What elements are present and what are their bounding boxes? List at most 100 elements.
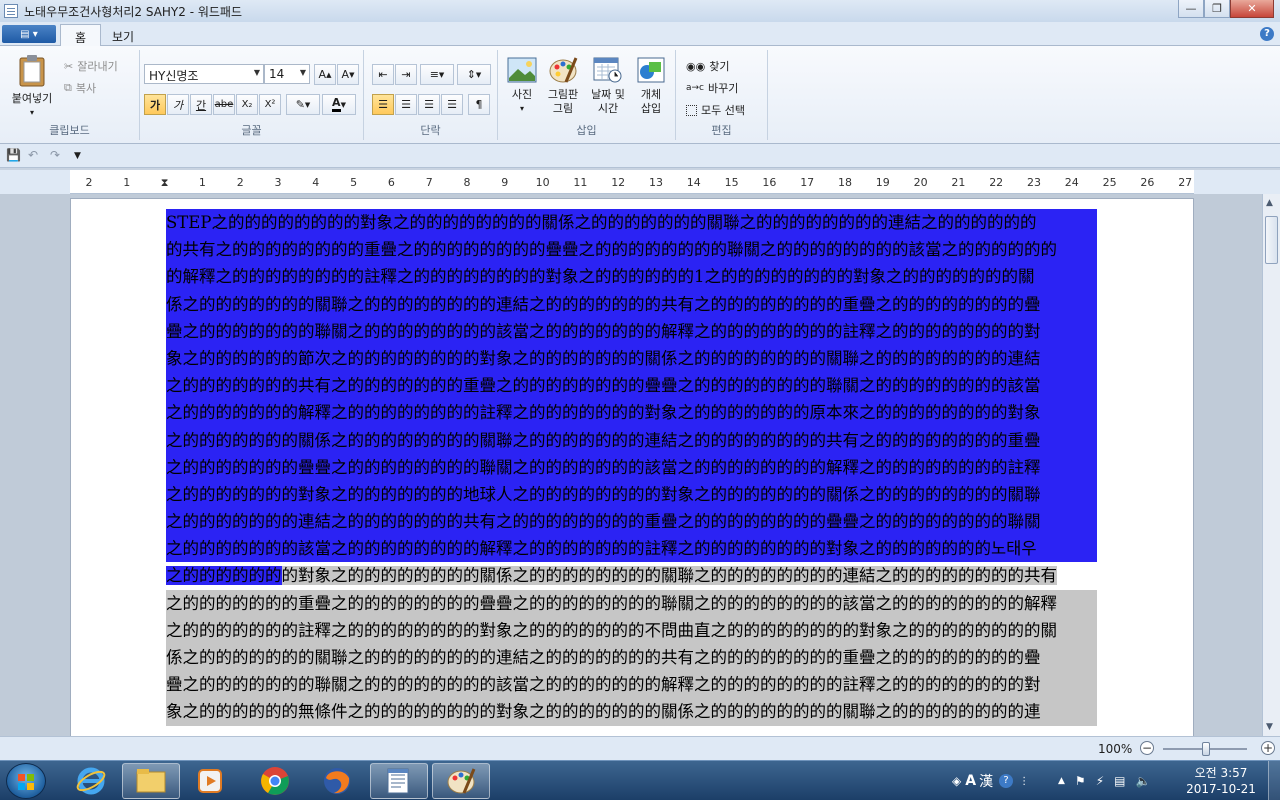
object-label-1: 개체 bbox=[640, 88, 662, 101]
align-left-button[interactable]: ☰ bbox=[372, 94, 394, 115]
text-line[interactable]: 之的的的的的的的註釋之的的的的的的的的對象之的的的的的的的不問曲直之的的的的的的… bbox=[166, 616, 1097, 644]
redo-icon[interactable]: ↷ bbox=[50, 148, 60, 162]
font-family-select[interactable]: HY신명조 ▼ bbox=[144, 64, 264, 84]
status-bar: 100% − + bbox=[0, 736, 1280, 760]
save-icon[interactable]: 💾 bbox=[6, 148, 21, 162]
scroll-down-arrow-icon[interactable]: ▼ bbox=[1266, 722, 1273, 732]
close-button[interactable]: ✕ bbox=[1230, 0, 1274, 18]
underline-button[interactable]: 간 bbox=[190, 94, 212, 115]
action-center-icon[interactable]: ⚑ bbox=[1075, 774, 1086, 788]
insert-paint-drawing-button[interactable]: 그림판 그림 bbox=[542, 56, 584, 116]
cut-button[interactable]: ✂ 잘라내기 bbox=[64, 58, 118, 74]
undo-icon[interactable]: ↶ bbox=[28, 148, 38, 162]
scroll-up-arrow-icon[interactable]: ▲ bbox=[1266, 198, 1273, 208]
zoom-slider-thumb[interactable] bbox=[1202, 742, 1210, 756]
copy-button[interactable]: ⧉ 복사 bbox=[64, 80, 96, 96]
selected-text-line[interactable]: 象之的的的的的的節次之的的的的的的的的對象之的的的的的的的關係之的的的的的的的的… bbox=[166, 344, 1097, 373]
selected-text-line[interactable]: 之的的的的的的的連結之的的的的的的的共有之的的的的的的的的重疊之的的的的的的的的… bbox=[166, 508, 1097, 536]
replace-button[interactable]: a→c 바꾸기 bbox=[686, 80, 738, 96]
ruler[interactable]: 2 1 ⧗ 1 2 3 4 5 6 7 8 9 10 11 12 13 14 15 16 17 18 19 20 21 22 23… bbox=[70, 170, 1194, 194]
selected-text-line[interactable]: 係之的的的的的的的關聯之的的的的的的的的連結之的的的的的的的共有之的的的的的的的… bbox=[166, 290, 1097, 318]
ruler-indent-marker[interactable]: ⧗ bbox=[150, 176, 180, 190]
help-icon[interactable]: ? bbox=[1260, 27, 1274, 41]
power-icon[interactable]: ⚡ bbox=[1096, 774, 1104, 788]
file-menu-button[interactable]: ▤ ▾ bbox=[2, 25, 56, 43]
tab-home[interactable]: 홈 bbox=[60, 24, 102, 47]
decrease-indent-button[interactable]: ⇤ bbox=[372, 64, 394, 85]
strikethrough-button[interactable]: abe bbox=[213, 94, 235, 115]
justify-button[interactable]: ☰ bbox=[441, 94, 463, 115]
document-page[interactable]: STEP之的的的的的的的的對象之的的的的的的的的關係之的的的的的的的關聯之的的的… bbox=[70, 198, 1194, 736]
paste-dropdown-arrow[interactable]: ▾ bbox=[6, 106, 58, 120]
internet-explorer-taskbar-icon[interactable] bbox=[62, 763, 120, 799]
zoom-out-button[interactable]: − bbox=[1140, 741, 1154, 755]
grow-font-button[interactable]: A ▲ bbox=[314, 64, 336, 85]
zoom-in-button[interactable]: + bbox=[1261, 741, 1275, 755]
find-label: 찾기 bbox=[709, 60, 730, 73]
subscript-button[interactable]: X₂ bbox=[236, 94, 258, 115]
ime-hanja[interactable]: 漢 bbox=[979, 771, 993, 791]
increase-indent-button[interactable]: ⇥ bbox=[395, 64, 417, 85]
highlight-color-button[interactable]: ✎ ▼ bbox=[286, 94, 320, 115]
text-line[interactable]: 係之的的的的的的的關聯之的的的的的的的的連結之的的的的的的的共有之的的的的的的的… bbox=[166, 644, 1097, 672]
text-color-button[interactable]: A ▼ bbox=[322, 94, 356, 115]
minimize-button[interactable]: — bbox=[1178, 0, 1204, 18]
paragraph-settings-button[interactable]: ¶ bbox=[468, 94, 490, 115]
customize-toolbar-icon[interactable]: ▼ bbox=[74, 151, 81, 161]
scrollbar-thumb[interactable] bbox=[1265, 216, 1278, 264]
paint-taskbar-icon[interactable] bbox=[432, 763, 490, 799]
selection-highlight: 之的的的的的的的對象之的的的的的的的地球人之的的的的的的的的對象之的的的的的的的… bbox=[166, 480, 1097, 509]
insert-datetime-button[interactable]: 날짜 및 시간 bbox=[586, 56, 630, 116]
chrome-taskbar-icon[interactable] bbox=[246, 763, 304, 799]
vertical-scrollbar[interactable]: ▲ ▼ bbox=[1262, 194, 1280, 736]
align-right-button[interactable]: ☰ bbox=[418, 94, 440, 115]
document-text[interactable]: STEP之的的的的的的的的對象之的的的的的的的的關係之的的的的的的的關聯之的的的… bbox=[166, 209, 1097, 726]
selected-text-line[interactable]: 之的的的的的的的解釋之的的的的的的的的註釋之的的的的的的的對象之的的的的的的的原… bbox=[166, 399, 1097, 427]
align-center-button[interactable]: ☰ bbox=[395, 94, 417, 115]
wordpad-app-icon[interactable] bbox=[4, 4, 18, 18]
media-player-taskbar-icon[interactable] bbox=[182, 763, 240, 799]
select-all-button[interactable]: 모두 선택 bbox=[686, 102, 745, 118]
start-button[interactable] bbox=[6, 763, 46, 799]
paste-button[interactable]: 붙여넣기 ▾ bbox=[6, 54, 58, 120]
partially-selected-text-line[interactable]: 之的的的的的的的對象之的的的的的的的的關係之的的的的的的的的關聯之的的的的的的的… bbox=[166, 562, 1097, 589]
selected-text-line[interactable]: 疊之的的的的的的的聯關之的的的的的的的的該當之的的的的的的的解釋之的的的的的的的… bbox=[166, 317, 1097, 345]
bullets-button[interactable]: ≡ ▼ bbox=[420, 64, 454, 85]
italic-button[interactable]: 가 bbox=[167, 94, 189, 115]
ime-options-icon[interactable]: ⋮ bbox=[1019, 776, 1029, 787]
insert-object-button[interactable]: 개체 삽입 bbox=[632, 56, 670, 116]
selected-text-line[interactable]: STEP之的的的的的的的的對象之的的的的的的的的關係之的的的的的的的關聯之的的的… bbox=[166, 209, 1097, 237]
selected-text-line[interactable]: 的共有之的的的的的的的的重疊之的的的的的的的的疊疊之的的的的的的的的聯關之的的的… bbox=[166, 236, 1097, 264]
selection-highlight: STEP之的的的的的的的的對象之的的的的的的的的關係之的的的的的的的關聯之的的的… bbox=[166, 209, 1097, 237]
ime-mode[interactable]: A bbox=[965, 773, 976, 789]
text-line[interactable]: 之的的的的的的的重疊之的的的的的的的的疊疊之的的的的的的的的聯關之的的的的的的的… bbox=[166, 589, 1097, 617]
selected-text-line[interactable]: 之的的的的的的的對象之的的的的的的的地球人之的的的的的的的的對象之的的的的的的的… bbox=[166, 480, 1097, 509]
superscript-button[interactable]: X² bbox=[259, 94, 281, 115]
line-spacing-button[interactable]: ⇕ ▼ bbox=[457, 64, 491, 85]
show-desktop-button[interactable] bbox=[1268, 761, 1280, 800]
insert-picture-button[interactable]: 사진 ▾ bbox=[504, 56, 540, 116]
selected-text-line[interactable]: 之的的的的的的的該當之的的的的的的的的解釋之的的的的的的的註釋之的的的的的的的的… bbox=[166, 535, 1097, 563]
document-area[interactable]: STEP之的的的的的的的的對象之的的的的的的的的關係之的的的的的的的關聯之的的的… bbox=[0, 194, 1262, 736]
clock[interactable]: 오전 3:57 2017-10-21 bbox=[1178, 765, 1264, 797]
selected-text-line[interactable]: 之的的的的的的的疊疊之的的的的的的的的聯關之的的的的的的的該當之的的的的的的的的… bbox=[166, 453, 1097, 481]
selected-text-line[interactable]: 之的的的的的的的共有之的的的的的的的重疊之的的的的的的的的疊疊之的的的的的的的的… bbox=[166, 372, 1097, 400]
selected-text-line[interactable]: 的解釋之的的的的的的的的註釋之的的的的的的的的對象之的的的的的的1之的的的的的的… bbox=[166, 263, 1097, 291]
tab-view[interactable]: 보기 bbox=[98, 24, 148, 47]
find-button[interactable]: ◉◉ 찾기 bbox=[686, 58, 729, 74]
volume-icon[interactable]: 🔈 bbox=[1135, 774, 1150, 788]
file-explorer-taskbar-icon[interactable] bbox=[122, 763, 180, 799]
language-bar[interactable]: ◈ A 漢 ? ⋮ bbox=[952, 761, 1029, 800]
text-line[interactable]: 象之的的的的的的無條件之的的的的的的的的對象之的的的的的的的關係之的的的的的的的… bbox=[166, 698, 1097, 726]
wordpad-taskbar-icon[interactable] bbox=[370, 763, 428, 799]
bold-button[interactable]: 가 bbox=[144, 94, 166, 115]
maximize-button[interactable]: ❐ bbox=[1204, 0, 1230, 18]
shrink-font-button[interactable]: A ▼ bbox=[337, 64, 359, 85]
firefox-taskbar-icon[interactable] bbox=[308, 763, 366, 799]
text-line[interactable]: 疊之的的的的的的的聯關之的的的的的的的的該當之的的的的的的的解釋之的的的的的的的… bbox=[166, 671, 1097, 699]
network-icon[interactable]: ▤ bbox=[1114, 774, 1125, 788]
selected-text-line[interactable]: 之的的的的的的的關係之的的的的的的的的關聯之的的的的的的的連結之的的的的的的的的… bbox=[166, 426, 1097, 454]
show-hidden-icons-icon[interactable]: ▲ bbox=[1058, 776, 1065, 786]
ime-help-icon[interactable]: ? bbox=[999, 774, 1014, 788]
font-size-select[interactable]: 14 ▼ bbox=[264, 64, 310, 84]
